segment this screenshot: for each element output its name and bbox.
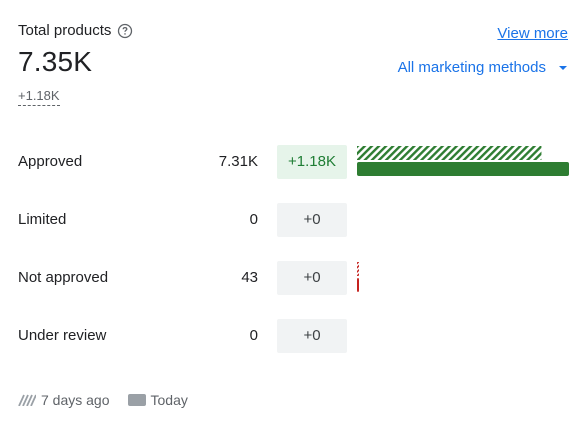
legend-label-previous: 7 days ago — [41, 392, 110, 408]
status-bars — [357, 146, 569, 292]
bar-today-not-approved — [357, 278, 359, 292]
chart-legend: 7 days ago Today — [18, 392, 206, 408]
legend-item-previous: 7 days ago — [18, 392, 110, 408]
legend-item-today: Today — [127, 392, 188, 408]
bar-previous-not-approved — [357, 262, 359, 276]
hatched-swatch-icon — [18, 394, 36, 406]
solid-swatch-icon — [127, 394, 146, 406]
bar-today-approved — [357, 162, 569, 176]
legend-label-today: Today — [150, 392, 188, 408]
bar-previous-approved — [357, 146, 542, 160]
